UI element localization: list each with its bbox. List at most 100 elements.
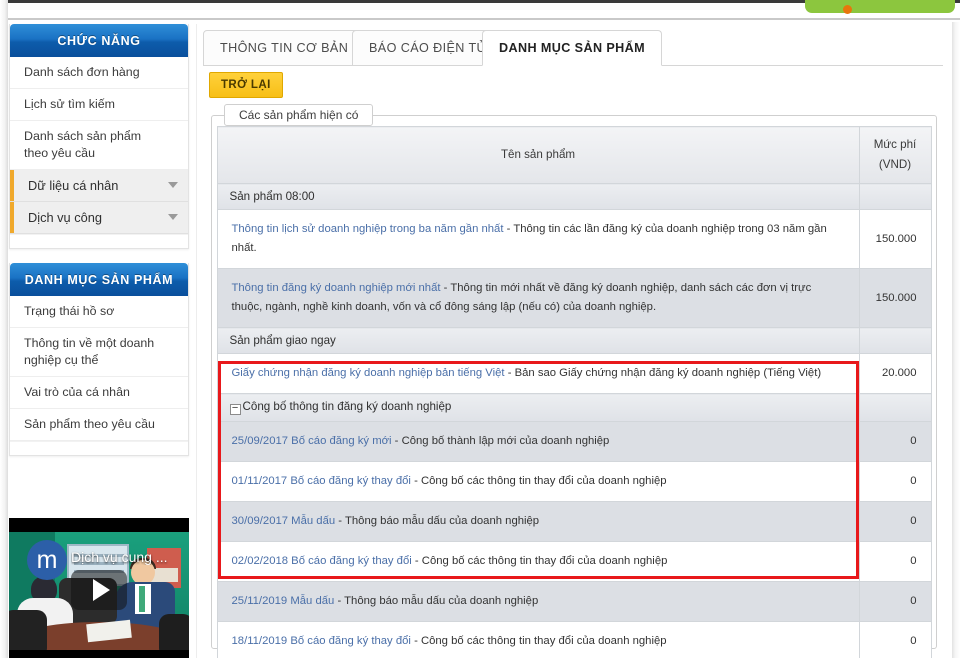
product-desc: - Công bố thành lập mới của doanh nghiệp [394,435,610,447]
product-fee: 20.000 [858,353,932,394]
video-person-right-tie [139,586,145,612]
sidebar-item-order-list[interactable]: Danh sách đơn hàng [10,57,188,89]
page-root: CHỨC NĂNG Danh sách đơn hàng Lịch sử tìm… [0,0,960,658]
page-right-edge [952,22,960,658]
table-row[interactable]: Thông tin lịch sử doanh nghiệp trong ba … [216,209,932,269]
product-name-cell: 25/11/2019 Mẫu dấu - Thông báo mẫu dấu c… [216,581,860,622]
product-name-cell: 25/09/2017 Bố cáo đăng ký mới - Công bố … [216,421,860,462]
product-name-cell: Giấy chứng nhận đăng ký doanh nghiệp bản… [216,353,860,394]
product-fee: 0 [858,541,932,582]
tab-bar: THÔNG TIN CƠ BẢN BÁO CÁO ĐIỆN TỬ DANH MỤ… [203,30,943,66]
tree-group-cell: − Công bố thông tin đăng ký doanh nghiệp [216,393,860,422]
product-fee: 0 [858,461,932,502]
sidebar-item-specific-enterprise-info[interactable]: Thông tin về một doanh nghiệp cụ thể [10,328,188,377]
tab-label: BÁO CÁO ĐIỆN TỬ [369,41,488,55]
sidebar: CHỨC NĂNG Danh sách đơn hàng Lịch sử tìm… [9,24,189,470]
green-promo-banner[interactable] [805,0,955,14]
product-link[interactable]: Thông tin đăng ký doanh nghiệp mới nhất [232,282,441,294]
product-link[interactable]: Giấy chứng nhận đăng ký doanh nghiệp bản… [232,367,505,379]
product-name-cell: 01/11/2017 Bố cáo đăng ký thay đổi - Côn… [216,461,860,502]
sidebar-item-label: Danh sách sản phẩm theo yêu cầu [24,129,142,160]
product-name-cell: Thông tin lịch sử doanh nghiệp trong ba … [216,209,860,269]
banner-dot-icon [843,5,852,14]
table-row[interactable]: 02/02/2018 Bố cáo đăng ký thay đổi - Côn… [216,541,932,582]
product-link[interactable]: 18/11/2019 Bố cáo đăng ký thay đổi [232,635,411,647]
column-header-fee-line2: (VND) [878,158,912,171]
product-name-cell: Thông tin đăng ký doanh nghiệp mới nhất … [216,268,860,328]
product-fee: 0 [858,501,932,542]
product-fee: 0 [858,421,932,462]
table-row[interactable]: 25/09/2017 Bố cáo đăng ký mới - Công bố … [216,421,932,462]
product-link[interactable]: 02/02/2018 Bố cáo đăng ký thay đổi [232,555,412,567]
chevron-down-icon [168,214,178,220]
table-row[interactable]: 30/09/2017 Mẫu dấu - Thông báo mẫu dấu c… [216,501,932,542]
product-fee: 150.000 [858,209,932,269]
sidebar-item-label: Trạng thái hồ sơ [24,304,115,318]
table-tree-group-row[interactable]: − Công bố thông tin đăng ký doanh nghiệp [216,393,932,422]
sidebar-panel-functions-footer [10,234,188,248]
promo-video-thumbnail[interactable]: m Dịch vụ cung ... [9,518,189,658]
sidebar-item-label: Lịch sử tìm kiếm [24,97,115,111]
product-desc: - Công bố các thông tin thay đổi của doa… [414,555,668,567]
sidebar-panel-product-catalog: DANH MỤC SẢN PHẨM Trạng thái hồ sơ Thông… [9,263,189,456]
product-link[interactable]: 01/11/2017 Bố cáo đăng ký thay đổi [232,475,411,487]
sidebar-item-label: Sản phẩm theo yêu cầu [24,417,155,431]
table-row[interactable]: Giấy chứng nhận đăng ký doanh nghiệp bản… [216,353,932,394]
tab-label: DANH MỤC SẢN PHẨM [499,41,646,55]
available-products-fieldset: Các sản phẩm hiện có Tên sản phẩm Mức ph… [211,104,937,658]
product-name-cell: 18/11/2019 Bố cáo đăng ký thay đổi - Côn… [216,621,860,658]
tab-basic-info[interactable]: THÔNG TIN CƠ BẢN [203,30,366,66]
product-desc: - Thông báo mẫu dấu của doanh nghiệp [337,595,539,607]
product-link[interactable]: 25/09/2017 Bố cáo đăng ký mới [232,435,392,447]
group-label: Sản phẩm giao ngay [216,327,860,354]
table-row[interactable]: 18/11/2019 Bố cáo đăng ký thay đổi - Côn… [216,621,932,658]
sidebar-item-public-services[interactable]: Dịch vụ công [10,202,188,234]
video-letterbox-top [9,518,189,532]
page-left-edge [0,0,8,658]
sidebar-panel-catalog-footer [10,441,188,455]
fieldset-legend: Các sản phẩm hiện có [224,104,374,126]
product-link[interactable]: Thông tin lịch sử doanh nghiệp trong ba … [232,223,504,235]
table-row[interactable]: Thông tin đăng ký doanh nghiệp mới nhất … [216,268,932,328]
product-name-cell: 30/09/2017 Mẫu dấu - Thông báo mẫu dấu c… [216,501,860,542]
product-desc: - Công bố các thông tin thay đổi của doa… [414,635,667,647]
column-header-fee: Mức phí (VND) [858,126,932,184]
product-desc: - Bản sao Giấy chứng nhận đăng ký doanh … [507,367,822,379]
video-channel-avatar[interactable]: m [27,540,67,580]
sidebar-item-search-history[interactable]: Lịch sử tìm kiếm [10,89,188,121]
sidebar-item-personal-data[interactable]: Dữ liệu cá nhân [10,170,188,202]
product-desc: - Công bố các thông tin thay đổi của doa… [414,475,667,487]
column-header-fee-line1: Mức phí [873,138,917,151]
column-header-product-name: Tên sản phẩm [216,126,860,184]
video-letterbox-bottom [9,650,189,658]
collapse-minus-icon[interactable]: − [229,404,241,415]
main-content: THÔNG TIN CƠ BẢN BÁO CÁO ĐIỆN TỬ DANH MỤ… [196,24,952,658]
sidebar-item-dossier-status[interactable]: Trạng thái hồ sơ [10,296,188,328]
table-row[interactable]: 25/11/2019 Mẫu dấu - Thông báo mẫu dấu c… [216,581,932,622]
sidebar-item-requested-products[interactable]: Danh sách sản phẩm theo yêu cầu [10,121,188,170]
sidebar-panel-functions: CHỨC NĂNG Danh sách đơn hàng Lịch sử tìm… [9,24,189,249]
sidebar-item-product-on-request[interactable]: Sản phẩm theo yêu cầu [10,409,188,441]
tree-group-fee [858,393,932,422]
sidebar-panel-functions-title: CHỨC NĂNG [10,24,188,57]
products-table: Tên sản phẩm Mức phí (VND) Sản phẩm 08:0… [216,126,932,658]
tab-label: THÔNG TIN CƠ BẢN [220,41,349,55]
product-fee: 0 [858,581,932,622]
sidebar-item-label: Vai trò của cá nhân [24,385,130,399]
product-link[interactable]: 30/09/2017 Mẫu dấu [232,515,336,527]
table-row[interactable]: 01/11/2017 Bố cáo đăng ký thay đổi - Côn… [216,461,932,502]
play-icon[interactable] [71,570,127,610]
video-title[interactable]: Dịch vụ cung ... [71,549,183,565]
sidebar-item-label: Dữ liệu cá nhân [28,178,119,193]
chevron-down-icon [168,182,178,188]
sidebar-item-individual-role[interactable]: Vai trò của cá nhân [10,377,188,409]
product-name-cell: 02/02/2018 Bố cáo đăng ký thay đổi - Côn… [216,541,860,582]
product-link[interactable]: 25/11/2019 Mẫu dấu [232,595,335,607]
sidebar-item-label: Thông tin về một doanh nghiệp cụ thể [24,336,155,367]
table-group-row: Sản phẩm 08:00 [216,183,932,210]
tab-product-catalog[interactable]: DANH MỤC SẢN PHẨM [482,30,663,66]
group-fee [858,327,932,354]
sidebar-item-label: Dịch vụ công [28,210,102,225]
product-fee: 0 [858,621,932,658]
back-button[interactable]: TRỞ LẠI [209,72,283,98]
